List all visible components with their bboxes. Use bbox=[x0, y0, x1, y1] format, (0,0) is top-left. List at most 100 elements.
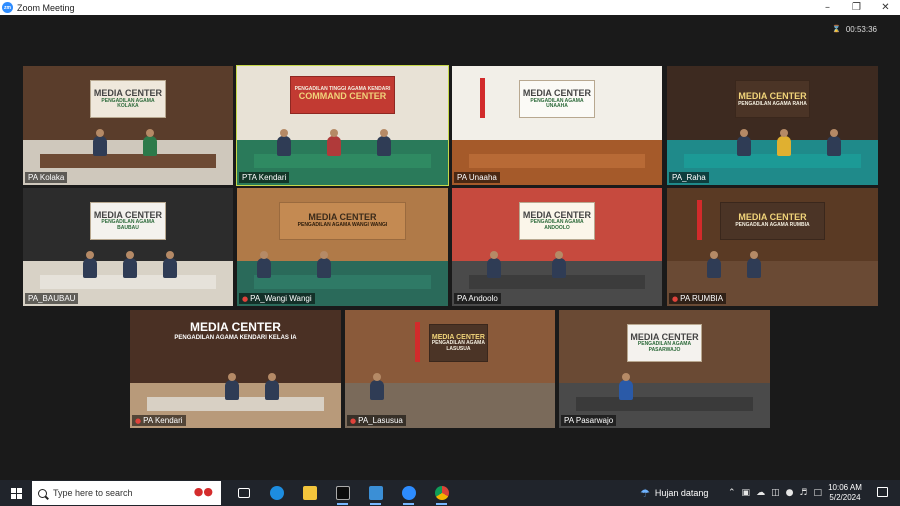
participant-figure bbox=[163, 250, 177, 278]
clock-time: 10:06 AM bbox=[828, 483, 862, 492]
task-view-button[interactable] bbox=[227, 480, 260, 506]
video-tile[interactable]: MEDIA CENTER PENGADILAN AGAMA PASARWAJO … bbox=[559, 310, 770, 428]
participant-figure bbox=[777, 129, 791, 157]
system-clock[interactable]: 10:06 AM 5/2/2024 bbox=[824, 483, 866, 503]
clock-date: 5/2/2024 bbox=[829, 493, 861, 502]
sign-board: MEDIA CENTER PENGADILAN AGAMA UNAAHA bbox=[519, 80, 595, 119]
participant-figure bbox=[827, 129, 841, 157]
restore-button[interactable]: ❐ bbox=[842, 0, 871, 15]
participant-figure bbox=[370, 372, 384, 400]
participant-figure bbox=[619, 372, 633, 400]
elapsed-time: 00:53:36 bbox=[845, 24, 877, 34]
participant-name-tag: ● PA RUMBIA bbox=[669, 293, 727, 304]
participant-figure bbox=[327, 129, 341, 157]
participant-figure bbox=[317, 250, 331, 278]
video-tile[interactable]: MEDIA CENTER PENGADILAN AGAMA KENDARI KE… bbox=[130, 310, 341, 428]
muted-mic-icon: ● bbox=[672, 294, 679, 303]
video-tile[interactable]: MEDIA CENTER PENGADILAN AGAMA WANGI WANG… bbox=[237, 188, 448, 306]
meeting-info-icon: ⌛ bbox=[832, 25, 841, 33]
terminal-button[interactable] bbox=[326, 480, 359, 506]
usb-icon[interactable]: ◫ bbox=[771, 488, 780, 498]
restore-icon: ❐ bbox=[852, 2, 861, 13]
participant-name-tag: PA Andoolo bbox=[454, 293, 501, 304]
onedrive-icon[interactable]: ☁ bbox=[756, 488, 765, 498]
participant-figure bbox=[487, 250, 501, 278]
participant-figure bbox=[707, 250, 721, 278]
close-button[interactable]: ✕ bbox=[871, 0, 900, 15]
notification-icon[interactable] bbox=[877, 487, 888, 497]
sign-board: MEDIA CENTER PENGADILAN AGAMA RUMBIA bbox=[719, 202, 826, 240]
video-tile[interactable]: MEDIA CENTER PENGADILAN AGAMA RUMBIA ● PA… bbox=[667, 188, 878, 306]
minimize-icon: – bbox=[825, 2, 830, 13]
muted-mic-icon: ● bbox=[350, 416, 357, 425]
sign-board: MEDIA CENTER PENGADILAN AGAMA BAUBAU bbox=[90, 202, 166, 240]
video-tile[interactable]: MEDIA CENTER PENGADILAN AGAMA ANDOOLO PA… bbox=[452, 188, 662, 306]
participant-figure bbox=[552, 250, 566, 278]
network-icon[interactable]: □ bbox=[814, 488, 823, 498]
participant-figure bbox=[123, 250, 137, 278]
participant-figure bbox=[257, 250, 271, 278]
participant-figure bbox=[747, 250, 761, 278]
minimize-button[interactable]: – bbox=[813, 0, 842, 15]
chevron-up-icon[interactable]: ⌃ bbox=[728, 488, 736, 498]
remote-desktop-button[interactable] bbox=[359, 480, 392, 506]
video-tile[interactable]: MEDIA CENTER PENGADILAN AGAMA BAUBAU PA_… bbox=[23, 188, 233, 306]
weather-text: Hujan datang bbox=[654, 488, 709, 498]
sign-board: MEDIA CENTER PENGADILAN AGAMA KOLAKA bbox=[90, 80, 166, 119]
flag bbox=[415, 321, 420, 362]
sign-board: PENGADILAN TINGGI AGAMA KENDARI COMMAND … bbox=[289, 75, 396, 114]
sign-board: MEDIA CENTER PENGADILAN AGAMA PASARWAJO bbox=[626, 324, 703, 362]
chrome-icon bbox=[434, 486, 449, 500]
video-tile[interactable]: MEDIA CENTER PENGADILAN AGAMA RAHA PA_Ra… bbox=[667, 66, 878, 185]
window-title: Zoom Meeting bbox=[17, 2, 75, 13]
edge-icon bbox=[269, 486, 284, 500]
remote-desktop-icon bbox=[368, 486, 383, 500]
flag bbox=[697, 199, 702, 240]
video-tile[interactable]: MEDIA CENTER PENGADILAN AGAMA KOLAKA PA … bbox=[23, 66, 233, 185]
participant-name-tag: ● PA_Wangi Wangi bbox=[239, 293, 315, 304]
participant-name-tag: PA Unaaha bbox=[454, 172, 500, 183]
participant-figure bbox=[83, 250, 97, 278]
search-input[interactable]: Type here to search bbox=[53, 488, 133, 498]
participant-figure bbox=[737, 129, 751, 157]
video-tile-active-speaker[interactable]: PENGADILAN TINGGI AGAMA KENDARI COMMAND … bbox=[236, 65, 449, 186]
participant-figure bbox=[265, 372, 279, 400]
microphone-icon[interactable]: ● bbox=[786, 488, 794, 498]
participant-figure bbox=[277, 129, 291, 157]
weather-widget[interactable]: ☂ Hujan datang bbox=[640, 480, 708, 506]
gallery-view: ⌛ 00:53:36 MEDIA CENTER PENGADILAN AGAMA… bbox=[0, 15, 900, 480]
file-explorer-button[interactable] bbox=[293, 480, 326, 506]
start-button[interactable] bbox=[0, 480, 32, 506]
windows-logo-icon bbox=[10, 487, 22, 499]
participant-name-tag: PA Pasarwajo bbox=[561, 415, 617, 426]
volume-icon[interactable]: ♬ bbox=[799, 488, 807, 498]
title-bar: zm Zoom Meeting – ❐ ✕ bbox=[0, 0, 900, 15]
participant-figure bbox=[143, 129, 157, 157]
participant-name-tag: ● PA_Lasusua bbox=[347, 415, 406, 426]
sign-board: MEDIA CENTER PENGADILAN AGAMA WANGI WANG… bbox=[279, 202, 406, 240]
participant-name-tag: PA_BAUBAU bbox=[25, 293, 79, 304]
meeting-timer[interactable]: ⌛ 00:53:36 bbox=[832, 23, 877, 35]
rain-cloud-icon: ☂ bbox=[640, 486, 650, 500]
video-tile[interactable]: MEDIA CENTER PENGADILAN AGAMA LASUSUA ● P… bbox=[345, 310, 555, 428]
participant-figure bbox=[377, 129, 391, 157]
participant-name-tag: PA_Raha bbox=[669, 172, 709, 183]
zoom-logo-icon: zm bbox=[2, 2, 13, 13]
camera-icon[interactable]: ▣ bbox=[742, 488, 751, 498]
system-tray: ⌃ ▣ ☁ ◫ ● ♬ □ bbox=[728, 480, 822, 506]
chrome-button[interactable] bbox=[425, 480, 458, 506]
sign-board: MEDIA CENTER PENGADILAN AGAMA ANDOOLO bbox=[519, 202, 595, 240]
search-icon bbox=[38, 488, 47, 498]
participant-name-tag: PA Kolaka bbox=[25, 172, 68, 183]
zoom-button[interactable] bbox=[392, 480, 425, 506]
task-view-icon bbox=[237, 488, 250, 498]
video-tile[interactable]: MEDIA CENTER PENGADILAN AGAMA UNAAHA PA … bbox=[452, 66, 662, 185]
participant-name-tag: PTA Kendari bbox=[239, 172, 290, 183]
muted-mic-icon: ● bbox=[242, 294, 249, 303]
file-explorer-icon bbox=[302, 486, 317, 500]
edge-button[interactable] bbox=[260, 480, 293, 506]
flag bbox=[480, 77, 485, 119]
strawberry-icon: ●● bbox=[193, 485, 213, 498]
participant-name-tag: ● PA Kendari bbox=[132, 415, 186, 426]
taskbar-search-box[interactable]: Type here to search ●● bbox=[32, 481, 221, 505]
